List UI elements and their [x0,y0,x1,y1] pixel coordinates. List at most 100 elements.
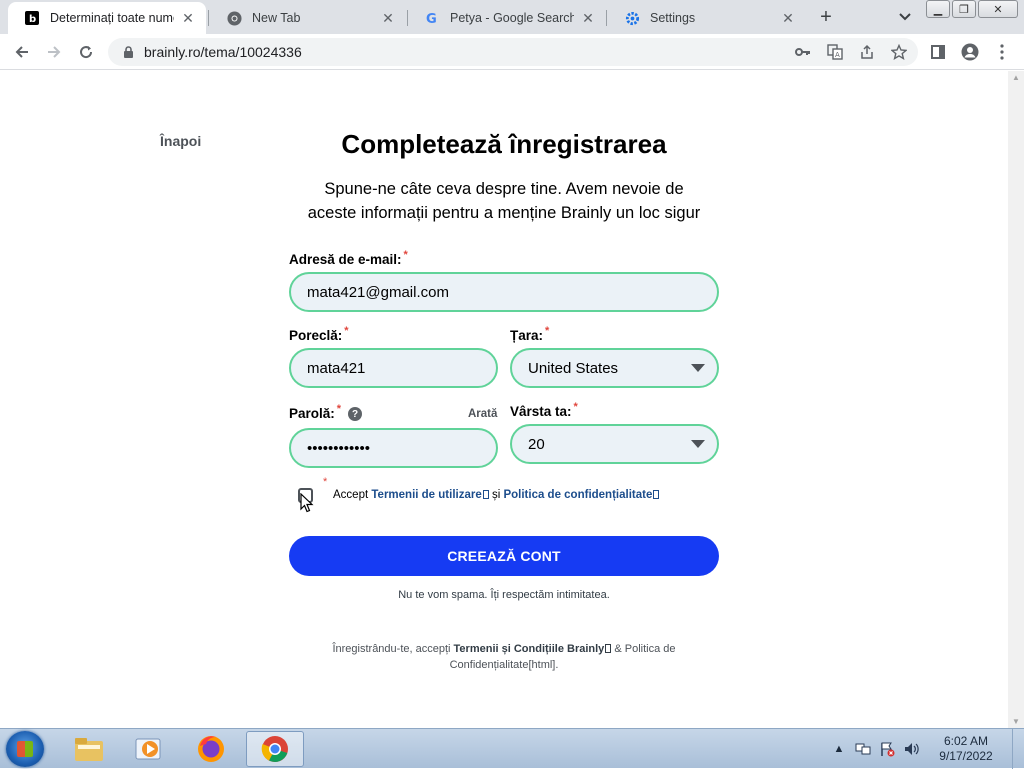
create-account-button[interactable]: CREEAZĂ CONT [289,536,719,576]
new-tab-button[interactable]: + [814,6,838,28]
page-scrollbar[interactable]: ▲ ▼ [1008,71,1024,728]
tab-google-search[interactable]: G Petya - Google Search ✕ [408,2,606,34]
translate-icon[interactable]: A [826,43,844,61]
bookmark-star-icon[interactable] [890,43,908,61]
email-label: Adresă de e-mail: * [289,249,408,267]
legal-footer: Înregistrându-te, accepți Termenii și Co… [300,641,708,673]
no-spam-note: Nu te vom spama. Îți respectăm intimitat… [398,589,610,601]
forward-arrow-icon[interactable] [42,40,66,64]
email-field[interactable]: mata421@gmail.com [289,272,719,312]
network-icon[interactable] [854,740,872,758]
svg-text:b: b [29,14,36,25]
required-marker: * [336,403,342,415]
password-label-text: Parolă: [289,406,335,421]
mouse-cursor-icon [300,493,314,513]
scroll-down-icon[interactable]: ▼ [1012,717,1020,726]
clock-date: 9/17/2022 [939,749,993,763]
nickname-label-text: Poreclă: [289,328,343,343]
terms-accept-text: Accept [333,489,369,501]
privacy-policy-link[interactable]: Politica de confidențialitate [503,489,652,501]
svg-text:A: A [835,51,840,59]
reload-icon[interactable] [74,40,98,64]
side-panel-icon[interactable] [928,42,948,62]
scroll-up-icon[interactable]: ▲ [1012,73,1020,82]
system-clock[interactable]: 6:02 AM 9/17/2022 [926,734,1006,764]
volume-icon[interactable] [902,740,920,758]
minimize-button[interactable]: ▁ [926,0,950,18]
legal-prefix: Înregistrându-te, accepți [332,643,451,655]
page-subtitle: Spune-ne câte ceva despre tine. Avem nev… [0,177,1008,225]
terms-of-use-link[interactable]: Termenii de utilizare [371,489,481,501]
window-close-button[interactable]: ✕ [978,0,1018,18]
url-text: brainly.ro/tema/10024336 [144,44,302,60]
tab-new-tab[interactable]: New Tab ✕ [210,2,406,34]
browser-tab-strip: b Determinați toate numere ✕ New Tab ✕ G… [0,0,1024,34]
close-icon[interactable]: ✕ [180,10,196,26]
start-button[interactable] [6,731,44,767]
svg-text:G: G [425,12,436,26]
address-bar[interactable]: brainly.ro/tema/10024336 A [108,38,918,66]
password-value: •••••••••••• [307,439,371,457]
media-player-icon[interactable] [120,731,178,767]
profile-avatar-icon[interactable] [960,42,980,62]
close-icon[interactable]: ✕ [380,10,396,26]
tab-brainly[interactable]: b Determinați toate numere ✕ [8,2,206,34]
required-marker: * [403,249,408,261]
close-icon[interactable]: ✕ [780,10,796,26]
email-label-text: Adresă de e-mail: [289,252,402,267]
brainly-favicon: b [24,10,40,26]
age-select[interactable]: 20 [510,424,719,464]
help-icon[interactable]: ? [348,407,362,421]
file-explorer-icon[interactable] [60,731,118,767]
email-value: mata421@gmail.com [307,283,449,301]
tab-title: New Tab [252,11,301,25]
external-link-icon [482,490,489,499]
system-tray: ▲ 6:02 AM 9/17/2022 [824,729,1024,769]
browser-toolbar: brainly.ro/tema/10024336 A [0,34,1024,70]
lock-icon[interactable] [120,44,136,60]
terms-text: Accept Termenii de utilizare și Politica… [333,489,660,501]
chrome-icon[interactable] [246,731,304,767]
age-label: Vârsta ta: * [510,401,578,419]
back-arrow-icon[interactable] [10,40,34,64]
tab-separator [208,10,209,26]
password-field[interactable]: •••••••••••• [289,428,498,468]
show-password-link[interactable]: Arată [468,408,497,420]
menu-kebab-icon[interactable] [992,42,1012,62]
google-icon: G [424,10,440,26]
show-desktop-button[interactable] [1012,729,1024,769]
gear-icon [624,10,640,26]
tab-settings[interactable]: Settings ✕ [608,2,806,34]
chevron-up-icon[interactable]: ▲ [830,740,848,758]
legal-terms-link[interactable]: Termenii și Condițiile Brainly [454,643,605,655]
tab-title: Determinați toate numere [50,11,174,25]
country-select[interactable]: United States [510,348,719,388]
nickname-label: Poreclă: * [289,325,349,343]
required-marker: * [344,325,349,337]
firefox-icon[interactable] [182,731,240,767]
country-value: United States [528,359,619,377]
tab-title: Settings [650,11,696,25]
tab-title: Petya - Google Search [450,11,574,25]
tab-separator [606,10,607,26]
subtitle-line: Spune-ne câte ceva despre tine. Avem nev… [324,180,684,198]
external-link-icon [605,644,612,653]
required-marker: * [545,325,550,337]
key-icon[interactable] [794,43,812,61]
dropdown-caret-icon [691,364,705,372]
share-icon[interactable] [858,43,876,61]
nickname-field[interactable]: mata421 [289,348,498,388]
chrome-icon [226,10,242,26]
close-icon[interactable]: ✕ [580,10,596,26]
clock-time: 6:02 AM [943,734,989,748]
subtitle-line: aceste informații pentru a menține Brain… [307,204,701,222]
action-center-flag-icon[interactable] [878,740,896,758]
chevron-down-icon[interactable] [894,6,916,28]
country-label-text: Țara: [510,328,544,343]
windows-taskbar: ▲ 6:02 AM 9/17/2022 [0,728,1024,769]
page-title: Completează înregistrarea [341,129,667,159]
age-label-text: Vârsta ta: [510,404,572,419]
nickname-value: mata421 [307,359,366,377]
age-value: 20 [528,435,545,453]
restore-button[interactable]: ❐ [952,0,976,18]
